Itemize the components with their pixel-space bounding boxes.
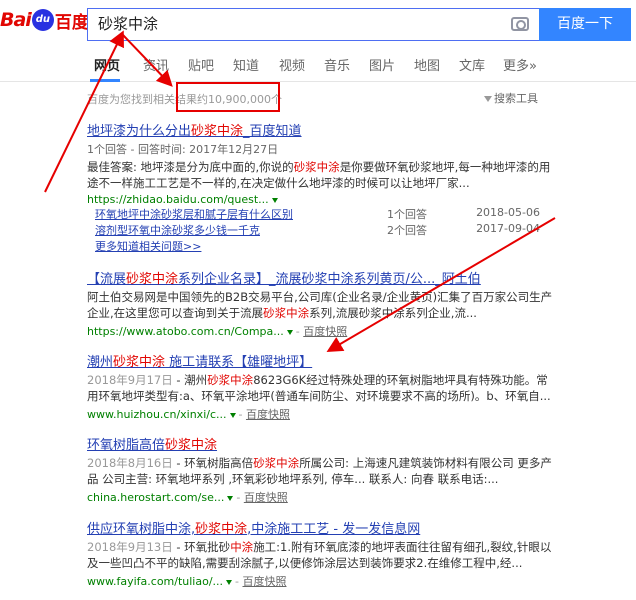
result-title-link[interactable]: 潮州砂浆中涂 施工请联系【雄曜地坪】	[87, 351, 557, 370]
snapshot-link[interactable]: 百度快照	[244, 491, 288, 504]
tab-video[interactable]: 视频	[279, 55, 305, 74]
camera-icon[interactable]	[511, 17, 529, 31]
result-item: 环氧树脂高倍砂浆中涂 2018年8月16日 - 环氧树脂高倍砂浆中涂所属公司: …	[87, 434, 557, 505]
result-title-link[interactable]: 地坪漆为什么分出砂浆中涂_百度知道	[87, 120, 557, 139]
result-item: 地坪漆为什么分出砂浆中涂_百度知道 1个回答 - 回答时间: 2017年12月2…	[87, 120, 557, 206]
chevron-down-icon[interactable]	[227, 495, 234, 501]
filter-icon	[484, 96, 492, 102]
tab-tieba[interactable]: 贴吧	[188, 55, 214, 74]
chevron-down-icon[interactable]	[229, 412, 236, 418]
paw-icon: du	[31, 9, 54, 31]
active-tab-indicator	[90, 79, 120, 82]
related-question-link[interactable]: 环氧地坪中涂砂浆层和腻子层有什么区别	[95, 206, 293, 222]
search-box[interactable]: 砂浆中涂	[87, 8, 539, 41]
chevron-down-icon[interactable]	[271, 197, 278, 203]
result-title-link[interactable]: 供应环氧树脂中涂,砂浆中涂,中涂施工工艺 - 发一发信息网	[87, 518, 557, 537]
related-questions: 环氧地坪中涂砂浆层和腻子层有什么区别 1个回答 2018-05-06 溶剂型环氧…	[95, 206, 540, 238]
tab-zhidao[interactable]: 知道	[233, 55, 259, 74]
result-abstract: 2018年9月17日 - 潮州砂浆中涂8623G6K经过特殊处理的环氧树脂地坪具…	[87, 373, 551, 403]
result-item: 供应环氧树脂中涂,砂浆中涂,中涂施工工艺 - 发一发信息网 2018年9月13日…	[87, 518, 557, 589]
result-item: 【流展砂浆中涂系列企业名录】_流展砂浆中涂系列黄页/公..._阿土伯 阿土伯交易…	[87, 268, 557, 339]
logo-text-cn: 百度	[54, 12, 89, 33]
result-url[interactable]: www.huizhou.cn/xinxi/c... - 百度快照	[87, 406, 557, 422]
related-question-row: 溶剂型环氧中涂砂浆多少钱一千克 2个回答 2017-09-04	[95, 222, 540, 238]
answer-count: 2个回答	[387, 224, 427, 237]
tab-more[interactable]: 更多»	[503, 55, 537, 74]
result-abstract: 2018年8月16日 - 环氧树脂高倍砂浆中涂所属公司: 上海速凡建筑装饰材料有…	[87, 456, 552, 486]
more-zhidao-link[interactable]: 更多知道相关问题>>	[95, 238, 201, 254]
baidu-logo[interactable]: Bai du 百度	[0, 5, 89, 35]
question-date: 2018-05-06	[476, 206, 540, 219]
result-url[interactable]: https://zhidao.baidu.com/quest...	[87, 193, 557, 206]
tab-map[interactable]: 地图	[414, 55, 440, 74]
result-url[interactable]: china.herostart.com/se... - 百度快照	[87, 489, 557, 505]
result-abstract: 最佳答案: 地坪漆是分为底中面的,你说的砂浆中涂是你要做环氧砂浆地坪,每一种地坪…	[87, 160, 551, 190]
header: Bai du 百度 砂浆中涂 百度一下	[0, 0, 636, 46]
related-question-row: 环氧地坪中涂砂浆层和腻子层有什么区别 1个回答 2018-05-06	[95, 206, 540, 222]
search-button[interactable]: 百度一下	[539, 8, 631, 41]
chevron-down-icon[interactable]	[286, 329, 293, 335]
result-url[interactable]: https://www.atobo.com.cn/Compa... - 百度快照	[87, 323, 557, 339]
result-meta: 1个回答 - 回答时间: 2017年12月27日	[87, 143, 279, 156]
snapshot-link[interactable]: 百度快照	[303, 325, 347, 338]
search-input[interactable]: 砂浆中涂	[98, 9, 158, 40]
result-url[interactable]: www.fayifa.com/tuliao/... - 百度快照	[87, 573, 557, 589]
result-item: 潮州砂浆中涂 施工请联系【雄曜地坪】 2018年9月17日 - 潮州砂浆中涂86…	[87, 351, 557, 422]
question-date: 2017-09-04	[476, 222, 540, 235]
tab-web[interactable]: 网页	[94, 55, 120, 74]
result-title-link[interactable]: 【流展砂浆中涂系列企业名录】_流展砂浆中涂系列黄页/公..._阿土伯	[87, 268, 557, 287]
search-tools-button[interactable]: 搜索工具	[484, 90, 538, 106]
chevron-down-icon[interactable]	[226, 579, 233, 585]
annotation-highlight-box	[176, 82, 280, 112]
related-question-link[interactable]: 溶剂型环氧中涂砂浆多少钱一千克	[95, 222, 260, 238]
answer-count: 1个回答	[387, 208, 427, 221]
search-tools-label: 搜索工具	[494, 92, 538, 105]
tab-wenku[interactable]: 文库	[459, 55, 485, 74]
result-title-link[interactable]: 环氧树脂高倍砂浆中涂	[87, 434, 557, 453]
snapshot-link[interactable]: 百度快照	[246, 408, 290, 421]
result-abstract: 2018年9月13日 - 环氧批砂中涂施工:1.附有环氧底漆的地坪表面往往留有细…	[87, 540, 552, 570]
logo-text-bai: Bai	[0, 9, 32, 31]
tab-news[interactable]: 资讯	[143, 55, 169, 74]
snapshot-link[interactable]: 百度快照	[243, 575, 287, 588]
result-abstract: 阿土伯交易网是中国领先的B2B交易平台,公司库(企业名录/企业黄页)汇集了百万家…	[87, 290, 553, 320]
tab-images[interactable]: 图片	[369, 55, 395, 74]
tab-bar: 网页 资讯 贴吧 知道 视频 音乐 图片 地图 文库 更多»	[0, 46, 636, 82]
tab-music[interactable]: 音乐	[324, 55, 350, 74]
